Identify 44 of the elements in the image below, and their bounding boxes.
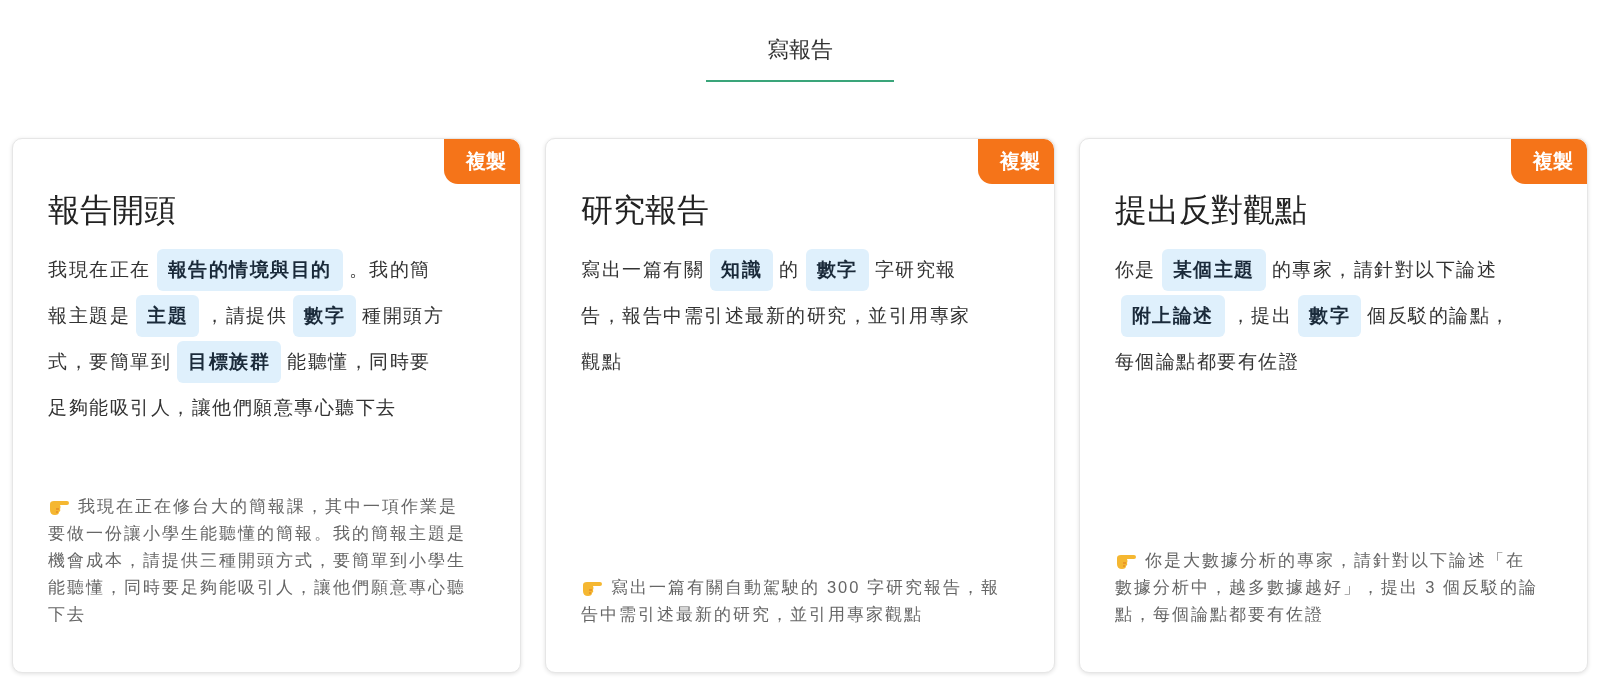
prompt-text: 我現在正在 bbox=[48, 258, 151, 282]
example-text: 告中需引述最新的研究，並引用專家觀點 bbox=[581, 603, 924, 625]
prompt-text: ，請提供 bbox=[205, 304, 287, 328]
variable-tag: 知識 bbox=[710, 249, 774, 291]
variable-tag: 數字 bbox=[293, 295, 356, 337]
example-text: 點，每個論點都要有佐證 bbox=[1114, 603, 1324, 625]
example-text: 要做一份讓小學生能聽懂的簡報。我的簡報主題是 bbox=[48, 522, 466, 544]
variable-tag: 目標族群 bbox=[177, 341, 281, 383]
variable-tag: 某個主題 bbox=[1161, 249, 1266, 291]
example-text: 數據分析中，越多數據越好」，提出 3 個反駁的論 bbox=[1114, 576, 1538, 598]
prompt-text: 足夠能吸引人，讓他們願意專心聽下去 bbox=[48, 396, 397, 420]
card-title: 報告開頭 bbox=[48, 191, 177, 230]
prompt-text: ，提出 bbox=[1230, 304, 1293, 328]
prompt-text: 個反駁的論點， bbox=[1367, 304, 1511, 328]
variable-tag: 數字 bbox=[805, 249, 869, 291]
example-text: 我現在正在修台大的簡報課，其中一項作業是 bbox=[78, 495, 458, 517]
card-title: 提出反對觀點 bbox=[1114, 191, 1308, 230]
prompt-text: 。我的簡 bbox=[348, 258, 431, 282]
example-text: 機會成本，請提供三種開頭方式，要簡單到小學生 bbox=[48, 549, 466, 571]
prompt-text: 能聽懂，同時要 bbox=[287, 350, 431, 374]
variable-tag: 數字 bbox=[1298, 295, 1362, 337]
example-text: 你是大數據分析的專家，請針對以下論述「在 bbox=[1144, 549, 1525, 571]
copy-button[interactable]: 複製 bbox=[444, 139, 521, 184]
prompt-text: 字研究報 bbox=[874, 258, 957, 282]
prompt-text: 寫出一篇有關 bbox=[581, 258, 705, 282]
card-title: 研究報告 bbox=[581, 191, 711, 230]
prompt-text: 報主題是 bbox=[48, 304, 130, 328]
prompt-text: 的 bbox=[779, 258, 800, 282]
variable-tag: 報告的情境與目的 bbox=[156, 249, 343, 291]
prompt-text: 你是 bbox=[1114, 258, 1156, 282]
variable-tag: 附上論述 bbox=[1120, 295, 1225, 337]
prompt-text: 的專家，請針對以下論述 bbox=[1271, 258, 1498, 282]
copy-button[interactable]: 複製 bbox=[977, 139, 1054, 184]
variable-tag: 主題 bbox=[136, 295, 199, 337]
example-text: 能聽懂，同時要足夠能吸引人，讓他們願意專心聽 bbox=[48, 576, 466, 598]
copy-button[interactable]: 複製 bbox=[1511, 139, 1587, 184]
prompt-text: 每個論點都要有佐證 bbox=[1114, 350, 1300, 374]
prompt-text: 觀點 bbox=[581, 350, 623, 374]
example-text: 下去 bbox=[48, 603, 86, 625]
prompt-text: 告，報告中需引述最新的研究，並引用專家 bbox=[581, 304, 971, 328]
tab[interactable]: 寫報告 bbox=[706, 28, 894, 82]
prompt-text: 式，要簡單到 bbox=[48, 350, 171, 374]
prompt-text: 種開頭方 bbox=[362, 304, 444, 328]
example-text: 寫出一篇有關自動駕駛的 300 字研究報告，報 bbox=[611, 576, 1001, 598]
